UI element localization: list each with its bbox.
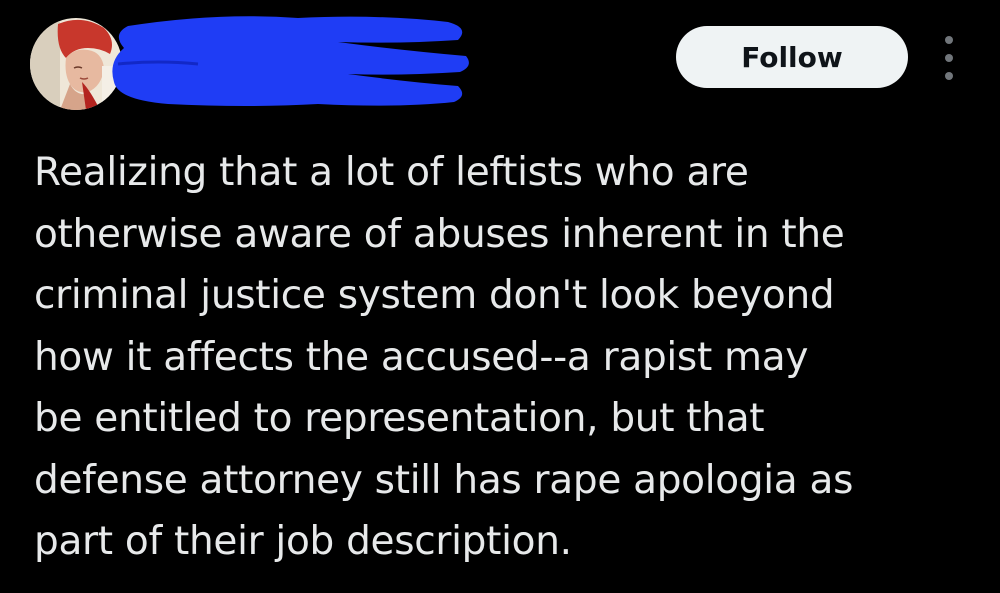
more-dot bbox=[945, 54, 953, 62]
tweet-text: Realizing that a lot of leftists who are… bbox=[34, 142, 974, 573]
tweet-text-line: criminal justice system don't look beyon… bbox=[34, 273, 835, 318]
more-dot bbox=[945, 72, 953, 80]
more-vertical-icon[interactable] bbox=[934, 36, 964, 80]
follow-button[interactable]: Follow bbox=[676, 26, 908, 88]
tweet-text-line: otherwise aware of abuses inherent in th… bbox=[34, 211, 845, 257]
tweet-text-line: Realizing that a lot of leftists who are bbox=[34, 150, 749, 195]
redaction-scribble bbox=[112, 16, 469, 107]
more-dot bbox=[945, 36, 953, 44]
tweet-text-line: defense attorney still has rape apologia… bbox=[34, 457, 854, 503]
tweet-text-line: how it affects the accused--a rapist may bbox=[34, 334, 809, 380]
tweet-text-line: be entitled to representation, but that bbox=[34, 396, 765, 441]
redacted-username bbox=[98, 4, 478, 114]
tweet-text-line: part of their job description. bbox=[34, 519, 572, 564]
tweet-card: Follow Realizing that a lot of leftists … bbox=[0, 0, 1000, 593]
